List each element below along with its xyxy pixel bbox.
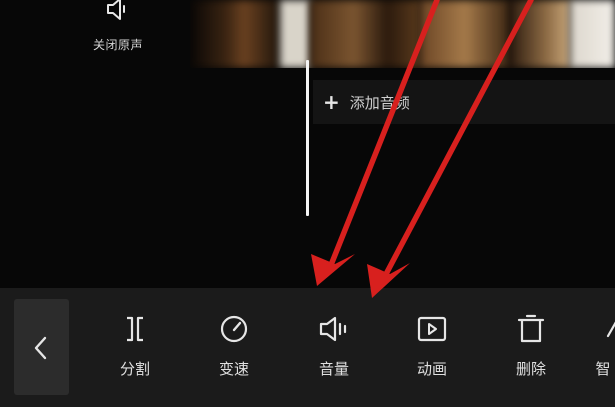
animation-icon (417, 316, 447, 342)
plus-icon: + (323, 90, 340, 114)
mute-original-audio-label: 关闭原声 (92, 38, 143, 52)
mute-original-audio-button[interactable]: 关闭原声 (86, 0, 150, 60)
split-label: 分割 (119, 360, 150, 378)
add-audio-label: 添加音频 (349, 93, 410, 112)
speed-label: 变速 (218, 360, 249, 378)
speed-button[interactable]: 变速 (199, 312, 269, 382)
speaker-icon (107, 0, 125, 20)
clip-thumbnail (280, 0, 310, 68)
smart-icon (606, 321, 615, 338)
split-icon (127, 316, 143, 342)
volume-button[interactable]: 音量 (299, 312, 369, 382)
chevron-left-icon (34, 336, 47, 360)
volume-label: 音量 (318, 360, 349, 378)
video-editor-screen: 关闭原声 + 添加音频 分割 变速 音量 动画 删除 智 (0, 0, 615, 407)
back-button[interactable] (14, 299, 69, 395)
delete-button[interactable]: 删除 (496, 312, 566, 382)
delete-icon (517, 314, 545, 343)
delete-label: 删除 (515, 360, 546, 378)
playhead[interactable] (306, 60, 309, 216)
split-button[interactable]: 分割 (100, 312, 170, 382)
smart-button[interactable]: 智 (576, 312, 615, 382)
animation-button[interactable]: 动画 (397, 312, 467, 382)
speed-icon (220, 315, 248, 343)
add-audio-button[interactable]: + 添加音频 (313, 80, 615, 124)
clip-thumbnail (570, 0, 615, 68)
clip-thumbnail (510, 0, 570, 68)
video-clip-track[interactable] (190, 0, 615, 68)
animation-label: 动画 (416, 360, 447, 378)
clip-thumbnail (310, 0, 420, 68)
bottom-toolbar: 分割 变速 音量 动画 删除 智 (0, 288, 615, 407)
smart-label: 智 (595, 360, 611, 378)
volume-icon (319, 316, 347, 342)
clip-thumbnail (190, 0, 280, 68)
clip-thumbnail (420, 0, 510, 68)
